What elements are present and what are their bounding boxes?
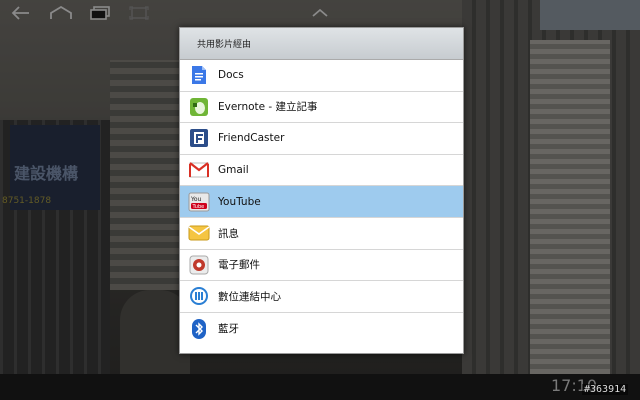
home-icon[interactable] bbox=[48, 4, 74, 22]
share-item-label: 電子郵件 bbox=[218, 259, 260, 272]
svg-text:Tube: Tube bbox=[192, 204, 205, 210]
share-item-label: Docs bbox=[218, 69, 244, 82]
recent-apps-icon[interactable] bbox=[88, 4, 112, 22]
evernote-icon bbox=[188, 96, 210, 118]
share-dialog: 共用影片經由 Docs Evernote - 建立記事 FriendCaster… bbox=[179, 27, 464, 354]
bluetooth-icon bbox=[188, 318, 210, 340]
youtube-icon: You Tube bbox=[188, 191, 210, 213]
watermark: #363914 bbox=[582, 384, 629, 395]
screenshot-icon[interactable] bbox=[128, 4, 150, 22]
share-item-label: YouTube bbox=[218, 195, 261, 208]
share-item-label: Gmail bbox=[218, 164, 249, 177]
share-item-label: 訊息 bbox=[218, 227, 239, 240]
share-item-bluetooth[interactable]: 藍牙 bbox=[180, 313, 463, 345]
share-item-email[interactable]: 電子郵件 bbox=[180, 250, 463, 282]
share-item-label: FriendCaster bbox=[218, 132, 285, 145]
share-item-label: 藍牙 bbox=[218, 323, 239, 336]
email-icon bbox=[188, 254, 210, 276]
share-item-gmail[interactable]: Gmail bbox=[180, 155, 463, 187]
share-item-docs[interactable]: Docs bbox=[180, 60, 463, 92]
dialog-header: 共用影片經由 bbox=[180, 28, 463, 60]
dialog-title: 共用影片經由 bbox=[197, 40, 252, 50]
share-item-friendcaster[interactable]: FriendCaster bbox=[180, 123, 463, 155]
friendcaster-icon bbox=[188, 127, 210, 149]
messaging-icon bbox=[188, 222, 210, 244]
navigation-bar bbox=[0, 374, 640, 400]
share-item-label: 數位連結中心 bbox=[218, 290, 281, 303]
share-item-digital-hub[interactable]: 數位連結中心 bbox=[180, 281, 463, 313]
chevron-up-icon[interactable] bbox=[308, 4, 332, 22]
share-item-label: Evernote - 建立記事 bbox=[218, 101, 318, 114]
back-icon[interactable] bbox=[10, 4, 32, 22]
share-item-messaging[interactable]: 訊息 bbox=[180, 218, 463, 250]
svg-text:You: You bbox=[190, 196, 202, 203]
digital-hub-icon bbox=[188, 285, 210, 307]
gmail-icon bbox=[188, 159, 210, 181]
share-item-youtube[interactable]: You Tube YouTube bbox=[180, 186, 463, 218]
share-item-evernote[interactable]: Evernote - 建立記事 bbox=[180, 92, 463, 124]
docs-icon bbox=[188, 64, 210, 86]
share-target-list: Docs Evernote - 建立記事 FriendCaster Gmail … bbox=[180, 60, 463, 344]
